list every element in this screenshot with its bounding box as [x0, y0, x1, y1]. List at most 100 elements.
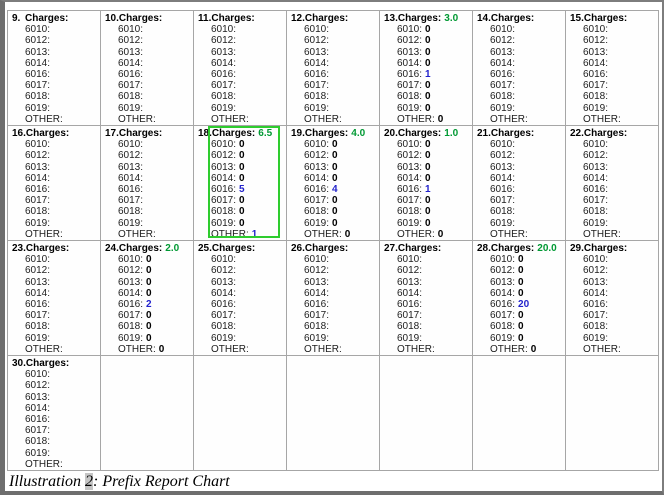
empty-cell [194, 356, 287, 471]
code-line: 6019: [490, 218, 563, 229]
code-line: 6014: [304, 288, 377, 299]
code-line: 6012: [583, 35, 656, 46]
code-label: 6013: [211, 276, 237, 288]
code-line: 6014: [397, 288, 470, 299]
code-line: 6018: [397, 321, 470, 332]
code-value: 0 [332, 195, 338, 207]
code-label: 6016: [118, 69, 144, 81]
charges-cell: 18.Charges: 6.5 6010: 0 6012: 0 6013: 0 6014: 0 6… [194, 126, 287, 241]
top-margin [5, 2, 662, 10]
code-line: 6012: [25, 150, 98, 161]
code-line: OTHER: 0 [397, 229, 470, 240]
code-lines: 6010: 6012: 6013: 6014: 6016: 6017: 6018: 6019:… [583, 254, 656, 355]
code-line: 6016: [397, 299, 470, 310]
code-label: 6016: [583, 69, 609, 81]
code-label: 6018: [583, 321, 609, 333]
code-label: 6016: [583, 299, 609, 311]
charges-label: Charges: [397, 128, 442, 139]
code-label: 6013: [583, 161, 609, 173]
code-value: 0 [146, 276, 152, 288]
code-label: 6013: [25, 391, 51, 403]
code-label: OTHER: [118, 343, 156, 355]
code-line: 6016: [211, 299, 284, 310]
charges-header: 10.Charges: [105, 13, 191, 24]
code-value: 0 [239, 217, 245, 229]
code-label: OTHER: [25, 113, 63, 125]
code-label: 6013: [25, 161, 51, 173]
code-label: OTHER: [25, 228, 63, 240]
code-line: 6013: 0 [118, 277, 191, 288]
code-label: 6014: [397, 287, 423, 299]
code-label: 6017: [25, 310, 51, 322]
code-line: 6010: [583, 24, 656, 35]
code-line: OTHER: 0 [490, 344, 563, 355]
code-value: 0 [425, 57, 431, 69]
code-value: 0 [425, 35, 431, 47]
code-line: 6012: 0 [211, 150, 284, 161]
code-line: 6019: [490, 103, 563, 114]
code-label: 6013: [211, 46, 237, 58]
code-label: 6016: [490, 299, 516, 311]
code-line: 6014: [490, 173, 563, 184]
code-line: 6014: [583, 58, 656, 69]
code-line: OTHER: [211, 114, 284, 125]
code-label: 6014: [211, 287, 237, 299]
charges-label: Charges: [304, 243, 349, 254]
code-label: OTHER: [397, 343, 435, 355]
cell-number: 30. [12, 358, 26, 369]
code-label: 6012: [397, 265, 423, 277]
code-line: 6017: [25, 80, 98, 91]
charges-header: 15.Charges: [570, 13, 656, 24]
code-value: 5 [239, 184, 245, 196]
code-line: 6018: [25, 321, 98, 332]
code-line: 6012: [583, 150, 656, 161]
code-line: OTHER: 1 [211, 229, 284, 240]
charges-cell: 27.Charges: 6010: 6012: 6013: 6014: 6016: 601… [380, 241, 473, 356]
charges-cell: 23.Charges: 6010: 6012: 6013: 6014: 6016: 601… [8, 241, 101, 356]
code-line: 6016: 20 [490, 299, 563, 310]
code-line: 6010: [304, 254, 377, 265]
code-line: 6012: [118, 150, 191, 161]
code-label: 6010: [25, 254, 51, 266]
code-line: 6016: [583, 69, 656, 80]
charges-label: Charges: [25, 128, 70, 139]
code-line: OTHER: [304, 344, 377, 355]
code-label: 6012: [118, 150, 144, 162]
code-line: OTHER: [490, 114, 563, 125]
charges-label: Charges: [211, 128, 256, 139]
code-line: 6010: [25, 139, 98, 150]
code-label: 6014: [583, 172, 609, 184]
code-label: 6016: [304, 299, 330, 311]
code-lines: 6010: 6012: 6013: 6014: 6016: 6017: 6018: 6019:… [583, 139, 656, 240]
charges-label: Charges: [490, 13, 535, 24]
code-line: 6010: 0 [397, 139, 470, 150]
code-line: 6018: 0 [397, 206, 470, 217]
code-label: 6014: [25, 402, 51, 414]
code-line: 6016: [118, 184, 191, 195]
code-lines: 6010: 0 6012: 0 6013: 0 6014: 0 6016: 1 6017: 0 6018… [397, 139, 470, 240]
code-label: 6012: [25, 150, 51, 162]
code-label: 6018: [397, 91, 423, 103]
code-label: 6010: [118, 24, 144, 36]
code-value: 0 [344, 228, 351, 240]
code-label: 6012: [583, 265, 609, 277]
code-line: 6016: 2 [118, 299, 191, 310]
code-line: 6019: 0 [397, 218, 470, 229]
code-label: 6018: [304, 321, 330, 333]
empty-cell [566, 356, 659, 471]
charges-cell: 15.Charges: 6010: 6012: 6013: 6014: 6016: 601… [566, 11, 659, 126]
code-label: 6018: [25, 91, 51, 103]
code-label: 6016: [25, 414, 51, 426]
code-value: 0 [425, 139, 431, 151]
cell-number: 28. [477, 243, 491, 254]
code-line: OTHER: [304, 114, 377, 125]
code-line: 6012: 0 [397, 35, 470, 46]
code-value: 0 [518, 287, 524, 299]
caption-number: 2 [85, 473, 94, 490]
code-label: 6019: [118, 102, 144, 114]
charges-label: Charges: [397, 243, 442, 254]
cell-number: 11. [198, 13, 212, 24]
code-label: 6016: [118, 299, 144, 311]
code-label: 6019: [397, 332, 423, 344]
code-label: 6012: [25, 380, 51, 392]
